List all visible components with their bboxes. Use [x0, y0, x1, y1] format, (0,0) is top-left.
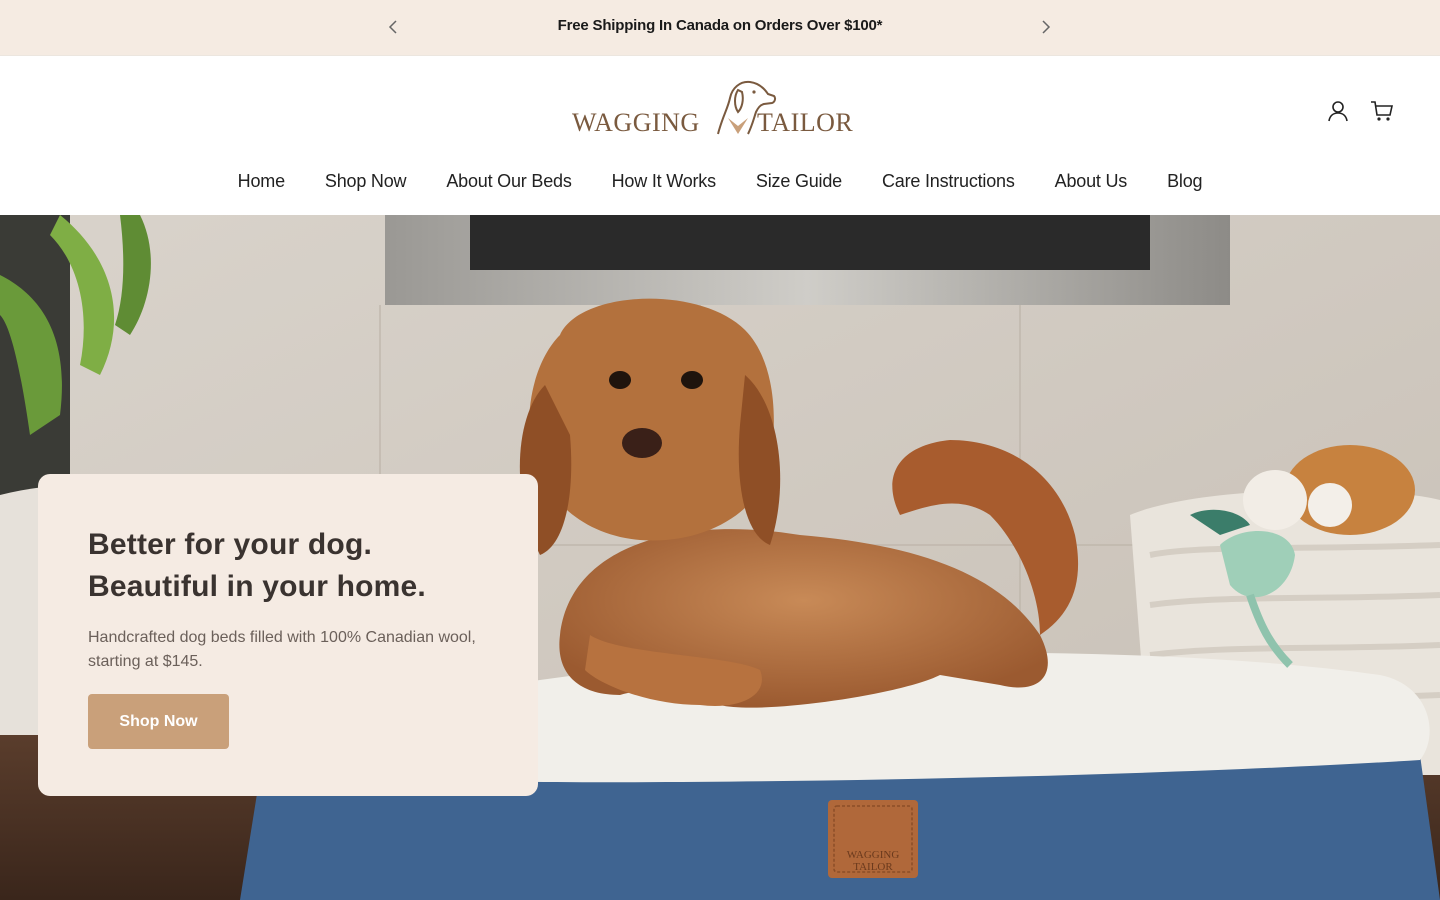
nav-item-care-instructions[interactable]: Care Instructions: [862, 171, 1035, 192]
site-header: WAGGING TAILOR Home Shop Now About Our B…: [0, 55, 1440, 215]
nav-item-about-our-beds[interactable]: About Our Beds: [426, 171, 591, 192]
nav-item-blog[interactable]: Blog: [1147, 171, 1222, 192]
main-navigation: Home Shop Now About Our Beds How It Work…: [0, 171, 1440, 192]
header-icons: [1326, 99, 1394, 123]
brand-name-left: WAGGING: [572, 108, 700, 137]
hero-heading-line1: Better for your dog.: [88, 528, 373, 561]
chevron-right-icon[interactable]: [1035, 16, 1057, 38]
bed-label-top: WAGGING: [847, 849, 900, 861]
account-icon[interactable]: [1326, 99, 1350, 123]
cart-icon[interactable]: [1370, 99, 1394, 123]
bed-label-bottom: TAILOR: [853, 861, 893, 873]
hero-heading-line2: Beautiful in your home.: [88, 570, 426, 603]
nav-item-how-it-works[interactable]: How It Works: [592, 171, 736, 192]
announcement-bar: Free Shipping In Canada on Orders Over $…: [0, 0, 1440, 55]
shop-now-button[interactable]: Shop Now: [88, 694, 229, 749]
nav-item-about-us[interactable]: About Us: [1035, 171, 1147, 192]
nav-item-shop-now[interactable]: Shop Now: [305, 171, 426, 192]
hero-heading: Better for your dog. Beautiful in your h…: [88, 524, 488, 608]
hero-banner: WAGGING TAILOR Better for your dog. Beau…: [0, 215, 1440, 900]
brand-logo[interactable]: WAGGING TAILOR: [570, 78, 870, 137]
nav-item-size-guide[interactable]: Size Guide: [736, 171, 862, 192]
hero-subtext: Handcrafted dog beds filled with 100% Ca…: [88, 629, 476, 670]
nav-item-home[interactable]: Home: [218, 171, 305, 192]
brand-name-right: TAILOR: [757, 108, 854, 137]
hero-card: Better for your dog. Beautiful in your h…: [38, 474, 538, 796]
announcement-message: Free Shipping In Canada on Orders Over $…: [557, 17, 883, 34]
